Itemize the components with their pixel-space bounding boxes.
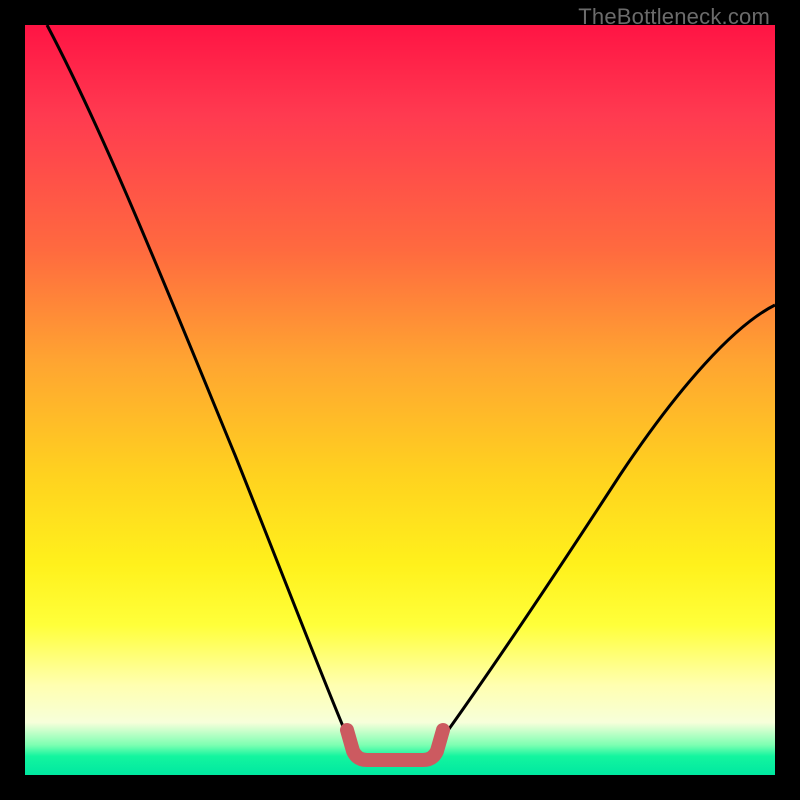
trough-marker bbox=[347, 730, 443, 760]
plot-area bbox=[25, 25, 775, 775]
chart-frame: TheBottleneck.com bbox=[0, 0, 800, 800]
curve-layer bbox=[25, 25, 775, 775]
left-branch-line bbox=[47, 25, 350, 743]
right-branch-line bbox=[439, 305, 775, 743]
